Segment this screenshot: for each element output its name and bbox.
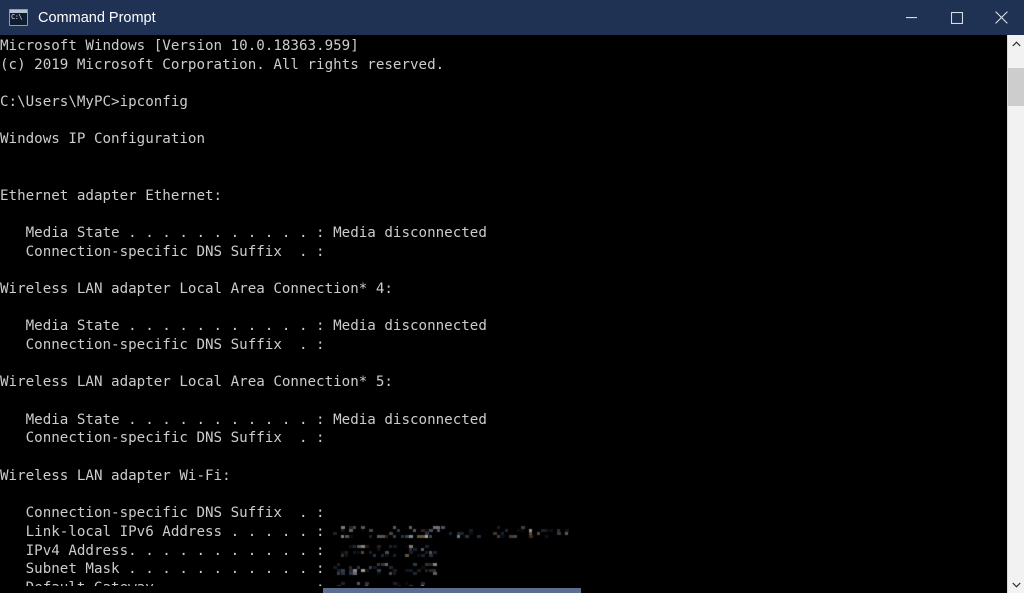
chevron-down-icon[interactable]	[1008, 576, 1024, 593]
vertical-scrollbar[interactable]	[1007, 35, 1024, 593]
console-line: Wireless LAN adapter Local Area Connecti…	[0, 374, 393, 391]
console-line: Microsoft Windows [Version 10.0.18363.95…	[0, 38, 359, 54]
console-line: Link-local IPv6 Address . . . . . :	[0, 523, 1007, 542]
console-line: C:\Users\MyPC>ipconfig	[0, 94, 188, 111]
console-line: Wireless LAN adapter Wi-Fi:	[0, 467, 231, 484]
console-lines: Microsoft Windows [Version 10.0.18363.95…	[0, 37, 1007, 586]
console-line: (c) 2019 Microsoft Corporation. All righ…	[0, 56, 445, 73]
console-line: Connection-specific DNS Suffix . :	[0, 337, 325, 353]
console-line: Wireless LAN adapter Local Area Connecti…	[0, 280, 393, 297]
command-prompt-icon: C:\	[9, 9, 28, 26]
console-line: Windows IP Configuration	[0, 131, 205, 148]
minimize-button[interactable]	[889, 0, 934, 35]
redacted-value	[333, 561, 440, 577]
title-bar[interactable]: C:\ Command Prompt	[0, 0, 1024, 35]
horizontal-scrollbar[interactable]	[0, 587, 1007, 593]
window-title: Command Prompt	[38, 9, 156, 26]
console-line: IPv4 Address. . . . . . . . . . . :	[0, 542, 1007, 561]
redacted-value	[333, 542, 444, 558]
command-prompt-icon-text: C:\	[11, 13, 23, 21]
console-line: Media State . . . . . . . . . . . : Medi…	[0, 318, 487, 335]
console-line: Connection-specific DNS Suffix . :	[0, 505, 325, 522]
command-prompt-window: C:\ Command Prompt Microsoft Windows [Ve…	[0, 0, 1024, 593]
console-line: Media State . . . . . . . . . . . : Medi…	[0, 411, 487, 428]
maximize-button[interactable]	[934, 0, 979, 35]
console-line: Connection-specific DNS Suffix . :	[0, 430, 325, 447]
title-bar-left: C:\ Command Prompt	[0, 9, 889, 26]
console-output-area[interactable]: Microsoft Windows [Version 10.0.18363.95…	[0, 35, 1007, 586]
console-line: Media State . . . . . . . . . . . : Medi…	[0, 224, 487, 241]
horizontal-scrollbar-thumb[interactable]	[323, 588, 581, 593]
vertical-scrollbar-thumb[interactable]	[1008, 68, 1024, 106]
console-line: Ethernet adapter Ethernet:	[0, 187, 223, 204]
console-line: Default Gateway . . . . . . . . . :	[0, 579, 1007, 586]
console-line: Connection-specific DNS Suffix . :	[0, 243, 325, 260]
redacted-value	[333, 579, 426, 586]
console-line: Subnet Mask . . . . . . . . . . . :	[0, 560, 1007, 579]
redacted-value	[333, 523, 570, 539]
close-button[interactable]	[979, 0, 1024, 35]
chevron-up-icon[interactable]	[1008, 35, 1024, 52]
